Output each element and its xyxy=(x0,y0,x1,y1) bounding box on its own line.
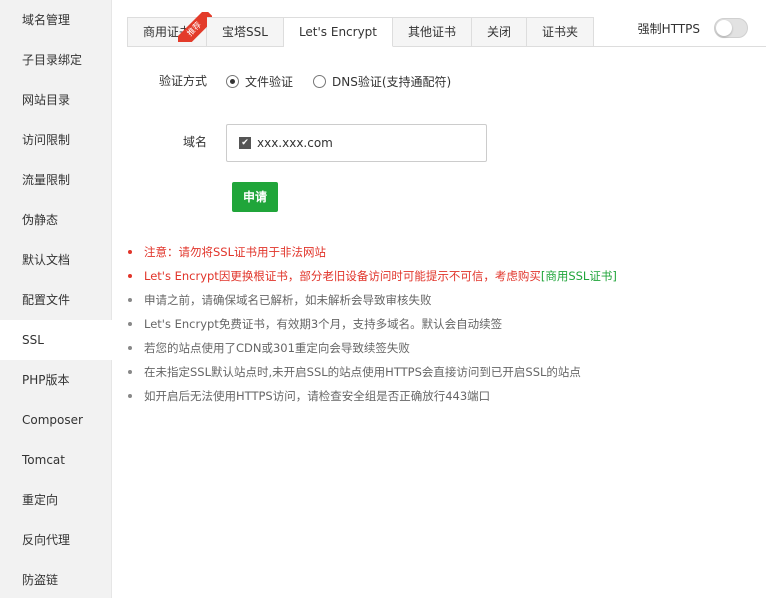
force-https: 强制HTTPS xyxy=(638,17,748,39)
sidebar-item-site-directory[interactable]: 网站目录 xyxy=(0,80,111,120)
verify-method-options: 文件验证 DNS验证(支持通配符) xyxy=(226,73,471,90)
tab-label: 关闭 xyxy=(487,25,512,39)
note-item: 注意：请勿将SSL证书用于非法网站 xyxy=(128,240,617,264)
commercial-ssl-link[interactable]: [商用SSL证书] xyxy=(541,269,617,283)
apply-button[interactable]: 申请 xyxy=(232,182,278,212)
sidebar-item-config-file[interactable]: 配置文件 xyxy=(0,280,111,320)
radio-file-verify[interactable]: 文件验证 xyxy=(226,73,293,90)
sidebar-item-traffic-limit[interactable]: 流量限制 xyxy=(0,160,111,200)
note-item: 申请之前，请确保域名已解析，如未解析会导致审核失败 xyxy=(128,288,617,312)
radio-dns-verify[interactable]: DNS验证(支持通配符) xyxy=(313,73,451,90)
domain-checkbox-checked-icon[interactable]: ✔ xyxy=(239,137,251,149)
sidebar: 域名管理 子目录绑定 网站目录 访问限制 流量限制 伪静态 默认文档 配置文件 … xyxy=(0,0,112,598)
sidebar-item-redirect[interactable]: 重定向 xyxy=(0,480,111,520)
ssl-panel: 商用证书 推荐 宝塔SSL Let's Encrypt 其他证书 关闭 证书夹 … xyxy=(112,0,766,598)
notes-list: 注意：请勿将SSL证书用于非法网站 Let's Encrypt因更换根证书，部分… xyxy=(128,240,617,408)
ssl-tabs: 商用证书 推荐 宝塔SSL Let's Encrypt 其他证书 关闭 证书夹 xyxy=(127,12,595,47)
tab-label: Let's Encrypt xyxy=(298,25,378,39)
sidebar-item-reverse-proxy[interactable]: 反向代理 xyxy=(0,520,111,560)
sidebar-item-tomcat[interactable]: Tomcat xyxy=(0,440,111,480)
sidebar-item-domain-management[interactable]: 域名管理 xyxy=(0,0,111,40)
radio-unchecked-icon xyxy=(313,75,327,88)
sidebar-item-ssl[interactable]: SSL xyxy=(0,320,112,360)
radio-label: DNS验证(支持通配符) xyxy=(332,75,452,89)
tab-cert-folder[interactable]: 证书夹 xyxy=(527,17,595,47)
tab-label: 证书夹 xyxy=(542,25,579,39)
note-item: 若您的站点使用了CDN或301重定向会导致续签失败 xyxy=(128,336,617,360)
domain-value: xxx.xxx.com xyxy=(257,136,333,150)
domain-label: 域名 xyxy=(182,135,207,149)
radio-checked-icon xyxy=(226,75,239,88)
note-item: 如开启后无法使用HTTPS访问，请检查安全组是否正确放行443端口 xyxy=(128,384,617,408)
note-item: Let's Encrypt因更换根证书，部分老旧设备访问时可能提示不可信，考虑购… xyxy=(128,264,617,288)
tab-label: 其他证书 xyxy=(408,25,457,39)
note-item: 在未指定SSL默认站点时,未开启SSL的站点使用HTTPS会直接访问到已开启SS… xyxy=(128,360,617,384)
tab-lets-encrypt[interactable]: Let's Encrypt xyxy=(283,17,394,47)
tab-divider xyxy=(585,46,766,47)
tab-commercial-cert[interactable]: 商用证书 推荐 xyxy=(127,12,212,47)
force-https-toggle[interactable] xyxy=(714,18,748,38)
tab-baota-ssl[interactable]: 宝塔SSL xyxy=(207,17,284,47)
sidebar-item-access-restriction[interactable]: 访问限制 xyxy=(0,120,111,160)
tab-label: 宝塔SSL xyxy=(222,25,268,39)
verify-method-label: 验证方式 xyxy=(158,74,207,88)
sidebar-item-rewrite[interactable]: 伪静态 xyxy=(0,200,111,240)
force-https-label: 强制HTTPS xyxy=(637,21,700,36)
sidebar-item-subdirectory-binding[interactable]: 子目录绑定 xyxy=(0,40,111,80)
tab-other-cert[interactable]: 其他证书 xyxy=(393,17,473,47)
sidebar-item-php-version[interactable]: PHP版本 xyxy=(0,360,111,400)
radio-label: 文件验证 xyxy=(245,75,294,89)
sidebar-item-default-document[interactable]: 默认文档 xyxy=(0,240,111,280)
sidebar-item-composer[interactable]: Composer xyxy=(0,400,111,440)
note-item: Let's Encrypt免费证书，有效期3个月，支持多域名。默认会自动续签 xyxy=(128,312,617,336)
domain-list: ✔ xxx.xxx.com xyxy=(226,124,487,162)
tab-close[interactable]: 关闭 xyxy=(472,17,528,47)
toggle-knob xyxy=(716,20,732,36)
sidebar-item-hotlink-protection[interactable]: 防盗链 xyxy=(0,560,111,598)
